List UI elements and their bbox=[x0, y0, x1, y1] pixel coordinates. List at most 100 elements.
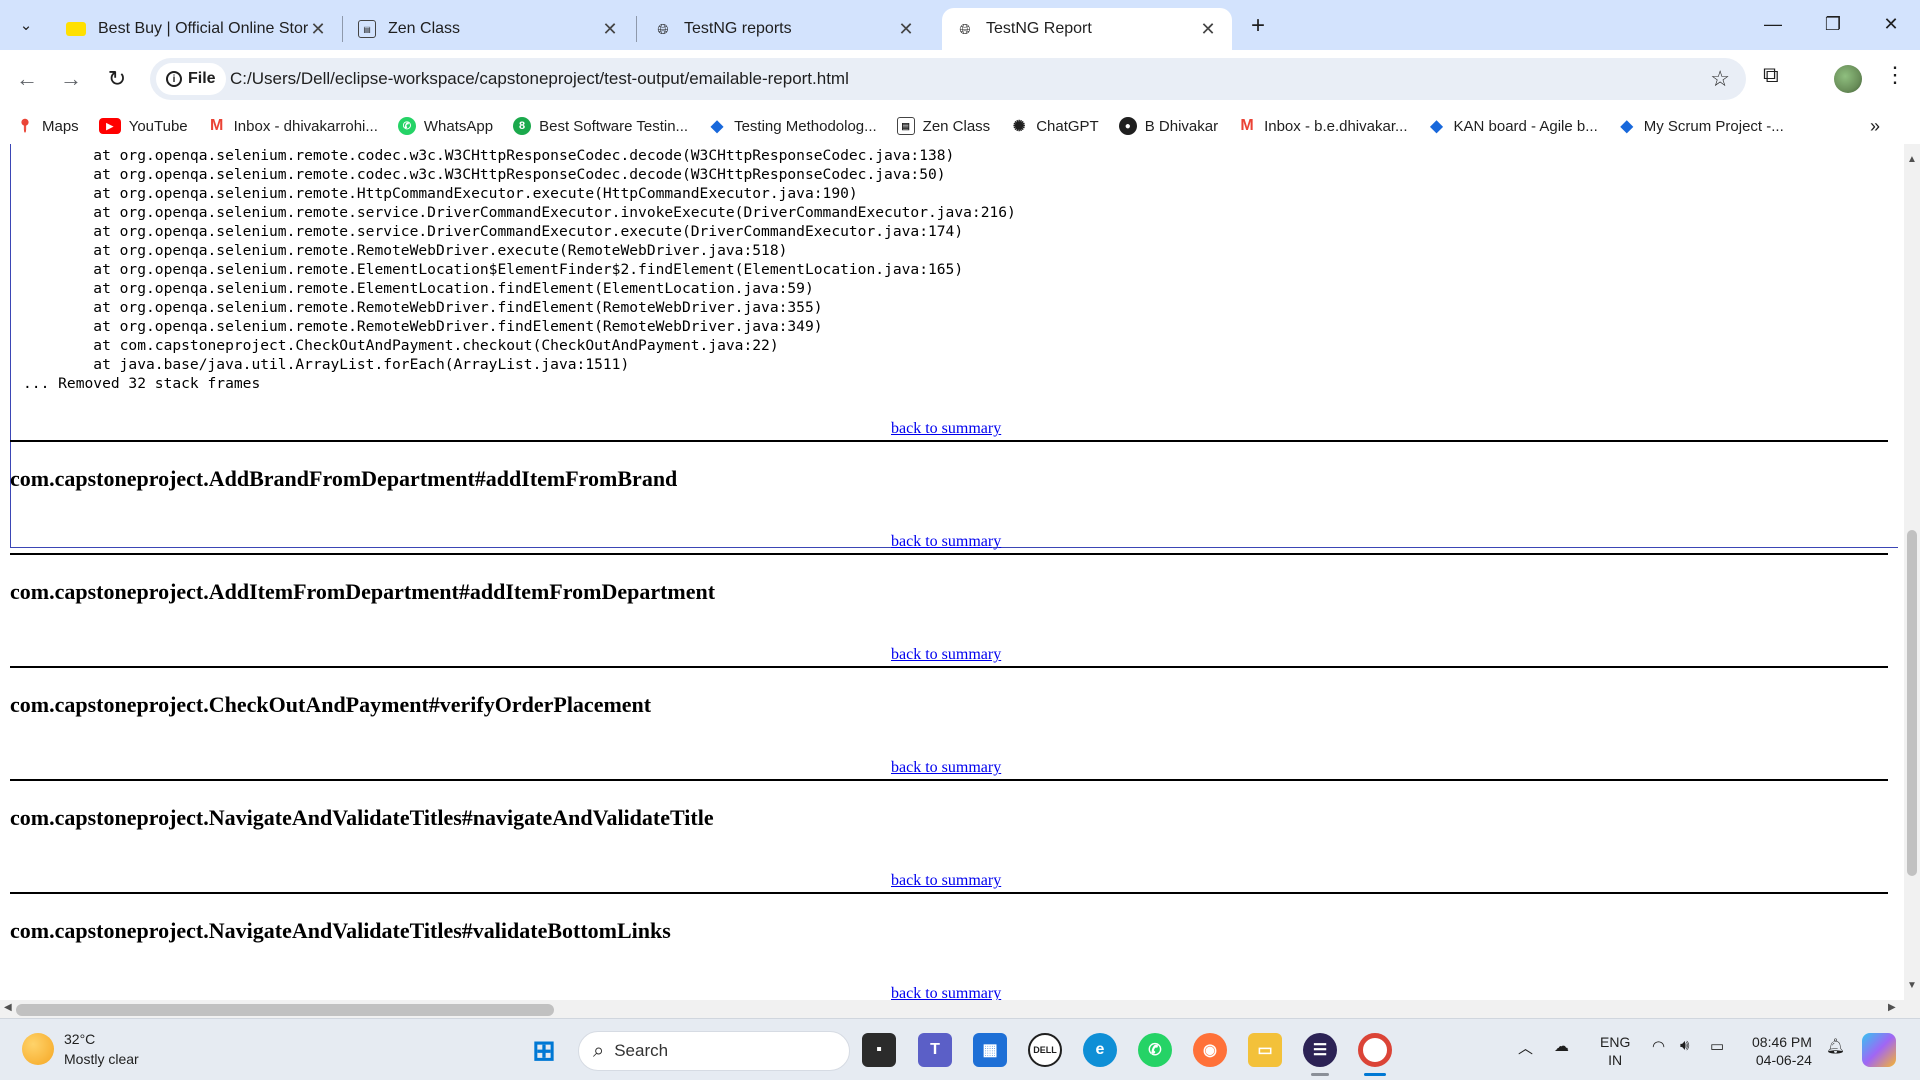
weather-widget[interactable]: 32°C Mostly clear bbox=[22, 1029, 139, 1069]
site-info-chip[interactable]: i File bbox=[156, 63, 226, 95]
jira-icon: ◆ bbox=[710, 118, 724, 135]
zen-class-icon: ▤ bbox=[358, 20, 376, 38]
onedrive-cloud-icon[interactable]: ☁ bbox=[1554, 1037, 1569, 1055]
task-view-icon[interactable]: ▪ bbox=[862, 1033, 896, 1067]
bookmark-label: Testing Methodolog... bbox=[734, 117, 877, 135]
tab-testng-report[interactable]: 🌐︎ TestNG Report ✕ bbox=[942, 8, 1232, 50]
teams-icon[interactable]: T bbox=[918, 1033, 952, 1067]
bookmark-maps[interactable]: 📍︎ Maps bbox=[16, 117, 79, 135]
bookmark-label: ChatGPT bbox=[1036, 117, 1099, 135]
vertical-scroll-thumb[interactable] bbox=[1907, 530, 1917, 876]
scroll-down-arrow-icon[interactable]: ▼ bbox=[1907, 980, 1917, 991]
back-to-summary-link[interactable]: back to summary bbox=[891, 420, 1001, 438]
window-close-icon[interactable]: ✕ bbox=[1862, 0, 1920, 48]
restore-icon[interactable]: ❐ bbox=[1804, 0, 1862, 48]
gmail-icon: M bbox=[1240, 117, 1254, 134]
test-method-title: com.capstoneproject.AddBrandFromDepartme… bbox=[10, 466, 678, 491]
stack-trace-text: at org.openqa.selenium.remote.codec.w3c.… bbox=[23, 147, 1016, 392]
back-to-summary-link[interactable]: back to summary bbox=[891, 646, 1001, 664]
address-bar[interactable]: i File C:/Users/Dell/eclipse-workspace/c… bbox=[150, 58, 1746, 100]
back-to-summary-link[interactable]: back to summary bbox=[891, 533, 1001, 551]
eclipse-icon[interactable]: ☰ bbox=[1303, 1033, 1337, 1067]
minimize-icon[interactable]: — bbox=[1744, 0, 1802, 48]
tab-title: Best Buy | Official Online Store | bbox=[98, 20, 308, 37]
volume-icon[interactable]: 🔊︎ bbox=[1680, 1037, 1689, 1054]
tab-search-chevron-icon[interactable]: ⌄ bbox=[10, 9, 42, 41]
tab-title: TestNG Report bbox=[986, 20, 1092, 37]
new-tab-plus-icon[interactable]: + bbox=[1244, 12, 1272, 40]
bookmark-whatsapp[interactable]: ✆ WhatsApp bbox=[397, 117, 494, 135]
bookmark-label: Best Software Testin... bbox=[539, 117, 689, 135]
dell-icon[interactable]: DELL bbox=[1028, 1033, 1062, 1067]
back-to-summary-link[interactable]: back to summary bbox=[891, 759, 1001, 777]
bookmark-scrum-project[interactable]: ◆ My Scrum Project -... bbox=[1618, 117, 1784, 136]
windows-start-icon[interactable]: ⊞ bbox=[527, 1033, 561, 1067]
close-icon[interactable]: ✕ bbox=[308, 19, 328, 39]
url-text[interactable]: C:/Users/Dell/eclipse-workspace/capstone… bbox=[230, 69, 849, 89]
weather-temp: 32°C bbox=[64, 1031, 96, 1047]
info-icon: i bbox=[166, 71, 182, 87]
bookmark-kan-board[interactable]: ◆ KAN board - Agile b... bbox=[1428, 117, 1597, 136]
bookmark-star-icon[interactable]: ☆ bbox=[1710, 66, 1730, 92]
bookmark-label: WhatsApp bbox=[423, 117, 494, 135]
close-icon[interactable]: ✕ bbox=[1198, 19, 1218, 39]
bookmark-testing-methodology[interactable]: ◆ Testing Methodolog... bbox=[708, 117, 877, 136]
bookmark-best-software[interactable]: 8 Best Software Testin... bbox=[513, 117, 688, 135]
taskbar-search-box[interactable]: ⌕ Search bbox=[578, 1031, 850, 1071]
lang-region: IN bbox=[1608, 1052, 1623, 1068]
windows-taskbar: 32°C Mostly clear ⊞ ⌕ Search ▪ T ▦ DELL … bbox=[0, 1018, 1920, 1080]
whatsapp-icon[interactable]: ✆ bbox=[1138, 1033, 1172, 1067]
scroll-right-arrow-icon[interactable]: ▶ bbox=[1888, 1002, 1896, 1013]
bookmark-label: My Scrum Project -... bbox=[1643, 117, 1784, 135]
tab-strip: ⌄ Best Buy | Official Online Store | ✕ ▤… bbox=[0, 0, 1920, 50]
kebab-menu-icon[interactable]: ⋮ bbox=[1884, 62, 1906, 88]
profile-avatar[interactable] bbox=[1834, 65, 1862, 93]
forward-arrow-icon[interactable]: → bbox=[54, 62, 88, 96]
vertical-scrollbar[interactable]: ▲ ▼ bbox=[1904, 144, 1920, 1000]
reload-icon[interactable]: ↻ bbox=[100, 62, 134, 96]
battery-icon[interactable]: ▭ bbox=[1710, 1037, 1724, 1055]
bookmark-gmail-1[interactable]: M Inbox - dhivakarrohi... bbox=[208, 117, 378, 135]
language-indicator[interactable]: ENG IN bbox=[1600, 1033, 1630, 1069]
scroll-left-arrow-icon[interactable]: ◀ bbox=[4, 1002, 12, 1013]
firefox-icon[interactable]: ◉ bbox=[1193, 1033, 1227, 1067]
back-to-summary-link[interactable]: back to summary bbox=[891, 985, 1001, 1000]
edge-icon[interactable]: e bbox=[1083, 1033, 1117, 1067]
weather-desc: Mostly clear bbox=[64, 1051, 139, 1067]
section-divider bbox=[10, 892, 1888, 894]
tab-zen-class[interactable]: ▤ Zen Class ✕ bbox=[344, 8, 634, 50]
extensions-puzzle-icon[interactable]: ⧉ bbox=[1763, 62, 1779, 88]
file-explorer-icon[interactable]: ▭ bbox=[1248, 1033, 1282, 1067]
back-to-summary-link[interactable]: back to summary bbox=[891, 872, 1001, 890]
close-icon[interactable]: ✕ bbox=[600, 19, 620, 39]
github-icon: ● bbox=[1118, 117, 1137, 135]
horizontal-scrollbar[interactable]: ◀ ▶ bbox=[0, 1000, 1904, 1018]
scroll-up-arrow-icon[interactable]: ▲ bbox=[1907, 154, 1917, 165]
bookmark-zen-class[interactable]: ▤ Zen Class bbox=[896, 117, 990, 135]
microsoft-store-icon[interactable]: ▦ bbox=[973, 1033, 1007, 1067]
chrome-icon[interactable] bbox=[1358, 1033, 1392, 1067]
tab-title: TestNG reports bbox=[684, 20, 792, 37]
back-arrow-icon[interactable]: ← bbox=[10, 62, 44, 96]
bookmark-gmail-2[interactable]: M Inbox - b.e.dhivakar... bbox=[1238, 117, 1407, 135]
horizontal-scroll-thumb[interactable] bbox=[16, 1004, 554, 1016]
search-placeholder: Search bbox=[614, 1041, 669, 1060]
tab-bestbuy[interactable]: Best Buy | Official Online Store | ✕ bbox=[52, 8, 342, 50]
weather-sun-icon bbox=[22, 1033, 54, 1065]
clock[interactable]: 08:46 PM 04-06-24 bbox=[1752, 1033, 1812, 1069]
app-running-indicator bbox=[1311, 1073, 1329, 1076]
bookmark-label: B Dhivakar bbox=[1144, 117, 1219, 135]
tray-overflow-chevron-icon[interactable]: ︿ bbox=[1518, 1037, 1533, 1058]
wifi-icon[interactable]: ◠ bbox=[1652, 1037, 1665, 1055]
section-divider bbox=[10, 440, 1888, 442]
bookmarks-overflow-chevron-icon[interactable]: » bbox=[1870, 116, 1880, 137]
close-icon[interactable]: ✕ bbox=[896, 19, 916, 39]
notification-bell-icon[interactable]: 🔔︎ bbox=[1826, 1037, 1845, 1055]
copilot-icon[interactable] bbox=[1862, 1033, 1896, 1067]
bookmark-youtube[interactable]: ▶ YouTube bbox=[98, 118, 188, 135]
tab-divider bbox=[342, 16, 343, 42]
tab-testng-reports[interactable]: 🌐︎ TestNG reports ✕ bbox=[640, 8, 930, 50]
clock-date: 04-06-24 bbox=[1755, 1052, 1812, 1068]
bookmark-github[interactable]: ● B Dhivakar bbox=[1118, 117, 1219, 135]
bookmark-chatgpt[interactable]: ✺ ChatGPT bbox=[1010, 117, 1099, 136]
